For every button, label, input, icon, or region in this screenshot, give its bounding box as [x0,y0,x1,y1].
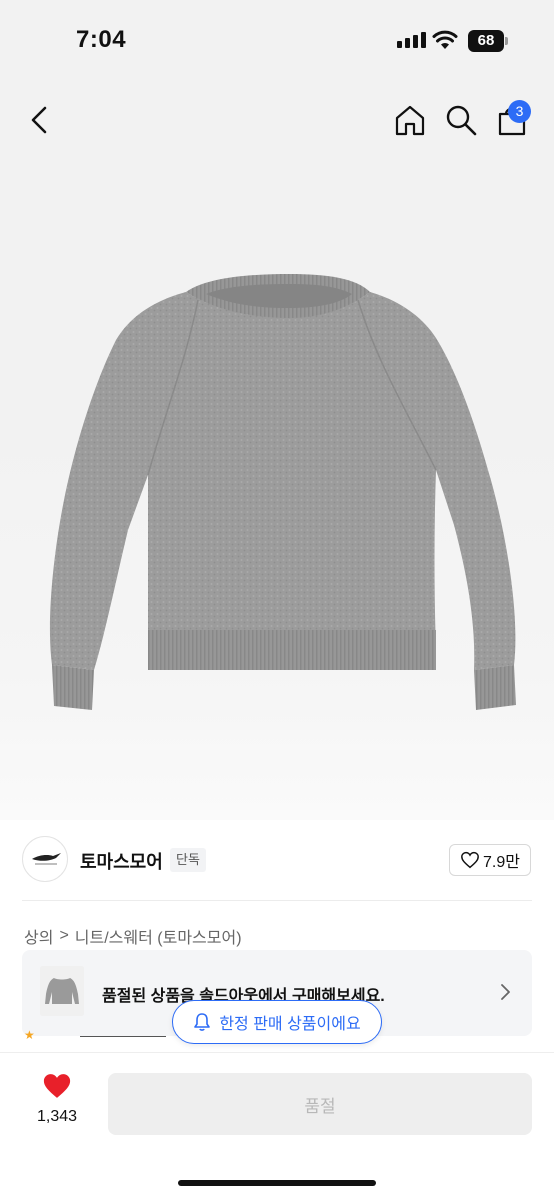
chevron-right-icon [501,984,510,1000]
breadcrumb-separator: > [59,927,69,944]
brand-name[interactable]: 토마스모어 [80,848,163,874]
breadcrumb: 상의 > 니트/스웨터 (토마스모어) [24,924,242,948]
heart-outline-icon [461,851,479,869]
like-button[interactable] [30,1072,84,1136]
limited-sale-toast-text: 한정 판매 상품이에요 [219,1016,361,1033]
brand-like-button[interactable]: 7.9만 [449,844,531,876]
product-image-sweater [49,274,516,710]
breadcrumb-item-subcategory[interactable]: 니트/스웨터 (토마스모어) [75,924,242,948]
wifi-icon [432,30,458,49]
underline-divider [80,1036,166,1037]
brand-logo-bird-icon [32,853,61,865]
exclusive-badge: 단독 [170,848,206,872]
battery-icon: 68 [468,30,508,52]
brand-logo[interactable] [22,836,68,882]
divider [22,900,532,901]
brand-like-count: 7.9만 [483,854,520,871]
cellular-signal-icon [397,32,426,48]
limited-sale-toast: 한정 판매 상품이에요 [172,1000,382,1044]
back-icon[interactable] [22,102,58,138]
soldout-thumbnail [40,966,84,1016]
home-indicator [178,1180,376,1186]
search-icon[interactable] [443,102,479,138]
rating-star-icon: ★ [24,1028,35,1042]
heart-filled-icon [43,1074,71,1098]
cart-count-badge: 3 [508,100,531,123]
battery-level: 68 [477,32,495,49]
soldout-buy-button[interactable]: 품절 [108,1073,532,1135]
bell-icon [194,1013,211,1031]
breadcrumb-item-category[interactable]: 상의 [24,924,53,948]
status-bar: 7:04 68 [0,0,554,80]
like-count: 1,343 [36,1108,78,1125]
home-icon[interactable] [392,102,428,138]
status-time: 7:04 [76,26,127,53]
